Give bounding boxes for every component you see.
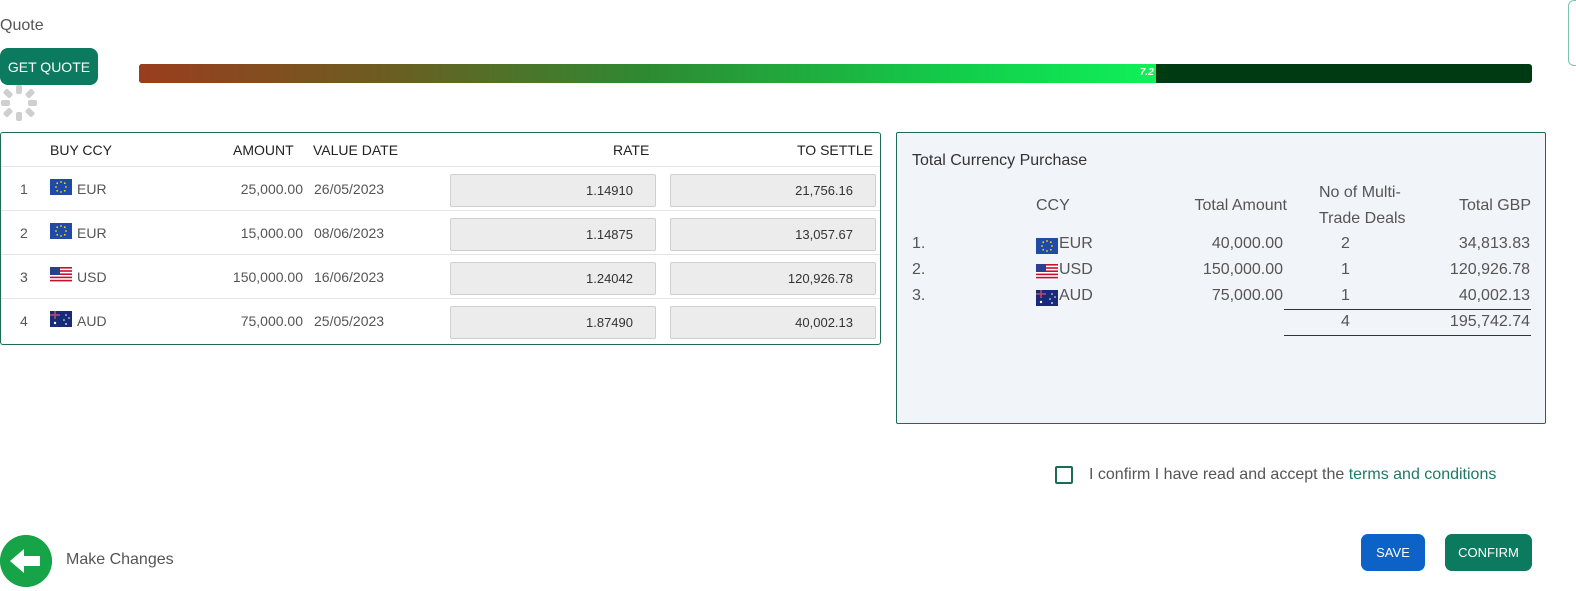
to-settle-field[interactable]: 13,057.67	[670, 218, 876, 251]
terms-label: I confirm I have read and accept the	[1089, 466, 1349, 483]
rate-field[interactable]: 1.14875	[450, 218, 656, 251]
summary-header-total-gbp: Total GBP	[1458, 197, 1531, 214]
quote-label: Quote	[0, 17, 44, 34]
loading-spinner-icon	[1, 85, 37, 121]
row-index: 3	[20, 269, 28, 285]
table-row: 4 AUD 75,000.00 25/05/2023 1.87490 40,00…	[1, 298, 880, 342]
row-value-date: 25/05/2023	[314, 313, 385, 329]
summary-row-index: 3.	[912, 287, 926, 304]
row-ccy: USD	[77, 269, 107, 285]
summary-row-total-amount: 75,000.00	[1211, 287, 1283, 304]
summary-row-deals: 2	[1341, 235, 1350, 252]
quote-progress-value: 7.2	[1139, 67, 1154, 78]
row-amount: 15,000.00	[240, 225, 303, 241]
header-value-date: VALUE DATE	[313, 142, 399, 158]
summary-row-deals: 1	[1341, 287, 1350, 304]
get-quote-button[interactable]: GET QUOTE	[0, 48, 98, 85]
quote-progress-fill	[139, 64, 1156, 83]
row-amount: 25,000.00	[240, 181, 303, 197]
to-settle-field[interactable]: 21,756.16	[670, 174, 876, 207]
header-amount: AMOUNT	[233, 142, 294, 158]
summary-row-total-gbp: 34,813.83	[1458, 235, 1530, 252]
row-index: 2	[20, 225, 28, 241]
row-value-date: 16/06/2023	[314, 269, 385, 285]
row-ccy: EUR	[77, 225, 107, 241]
summary-title: Total Currency Purchase	[912, 152, 1088, 169]
header-buy-ccy: BUY CCY	[50, 142, 112, 158]
row-amount: 150,000.00	[232, 269, 303, 285]
to-settle-field[interactable]: 120,926.78	[670, 262, 876, 295]
summary-row-total-gbp: 40,002.13	[1458, 287, 1530, 304]
deals-table-header: BUY CCY AMOUNT VALUE DATE RATE TO SETTLE	[1, 133, 880, 166]
table-row: 1 EUR 25,000.00 26/05/2023 1.14910 21,75…	[1, 166, 880, 210]
quote-progress-bar: 7.2	[139, 64, 1532, 83]
back-arrow-icon[interactable]	[0, 535, 52, 587]
table-row: 2 EUR 15,000.00 08/06/2023 1.14875 13,05…	[1, 210, 880, 254]
summary-row-total-gbp: 120,926.78	[1449, 261, 1530, 278]
summary-row-index: 2.	[912, 261, 926, 278]
us-flag-icon	[50, 267, 72, 283]
summary-header-ccy: CCY	[1036, 197, 1070, 214]
au-flag-icon	[1036, 290, 1058, 306]
eu-flag-icon	[1036, 238, 1058, 254]
row-index: 1	[20, 181, 28, 197]
rate-field[interactable]: 1.24042	[450, 262, 656, 295]
summary-header-deals-line2: Trade Deals	[1319, 210, 1406, 227]
terms-checkbox[interactable]	[1055, 466, 1073, 484]
summary-row-ccy: EUR	[1059, 235, 1093, 252]
eu-flag-icon	[50, 179, 72, 195]
row-ccy: AUD	[77, 313, 107, 329]
summary-row-total-amount: 40,000.00	[1211, 235, 1283, 252]
eu-flag-icon	[50, 223, 72, 239]
row-value-date: 08/06/2023	[314, 225, 385, 241]
to-settle-field[interactable]: 40,002.13	[670, 306, 876, 339]
make-changes-link[interactable]: Make Changes	[66, 551, 174, 569]
totals-divider-top	[1284, 309, 1531, 310]
currency-purchase-summary: Total Currency Purchase CCY Total Amount…	[896, 132, 1546, 424]
row-amount: 75,000.00	[240, 313, 303, 329]
row-value-date: 26/05/2023	[314, 181, 385, 197]
summary-row-index: 1.	[912, 235, 926, 252]
us-flag-icon	[1036, 264, 1058, 280]
terms-link[interactable]: terms and conditions	[1349, 466, 1497, 483]
au-flag-icon	[50, 311, 72, 327]
summary-row-total-amount: 150,000.00	[1202, 261, 1283, 278]
summary-total-gbp: 195,742.74	[1449, 313, 1530, 330]
rate-field[interactable]: 1.14910	[450, 174, 656, 207]
summary-row-deals: 1	[1341, 261, 1350, 278]
header-rate: RATE	[613, 142, 650, 158]
summary-row-ccy: USD	[1059, 261, 1093, 278]
terms-text: I confirm I have read and accept the ter…	[1089, 466, 1496, 484]
summary-header-deals-line1: No of Multi-	[1319, 184, 1401, 201]
deals-table: BUY CCY AMOUNT VALUE DATE RATE TO SETTLE…	[0, 132, 881, 345]
scrollbar-thumb[interactable]	[1568, 0, 1576, 66]
summary-total-deals: 4	[1341, 313, 1350, 330]
save-button[interactable]: SAVE	[1361, 534, 1425, 571]
summary-row: 2. USD 150,000.00 1 120,926.78	[897, 261, 1545, 287]
confirm-button[interactable]: CONFIRM	[1445, 534, 1532, 571]
rate-field[interactable]: 1.87490	[450, 306, 656, 339]
header-to-settle: TO SETTLE	[797, 142, 873, 158]
table-row: 3 USD 150,000.00 16/06/2023 1.24042 120,…	[1, 254, 880, 298]
row-ccy: EUR	[77, 181, 107, 197]
summary-row-ccy: AUD	[1059, 287, 1093, 304]
summary-header-total-amount: Total Amount	[1194, 197, 1288, 214]
row-index: 4	[20, 313, 28, 329]
totals-divider-bottom	[1284, 335, 1531, 336]
summary-row: 1. EUR 40,000.00 2 34,813.83	[897, 235, 1545, 261]
